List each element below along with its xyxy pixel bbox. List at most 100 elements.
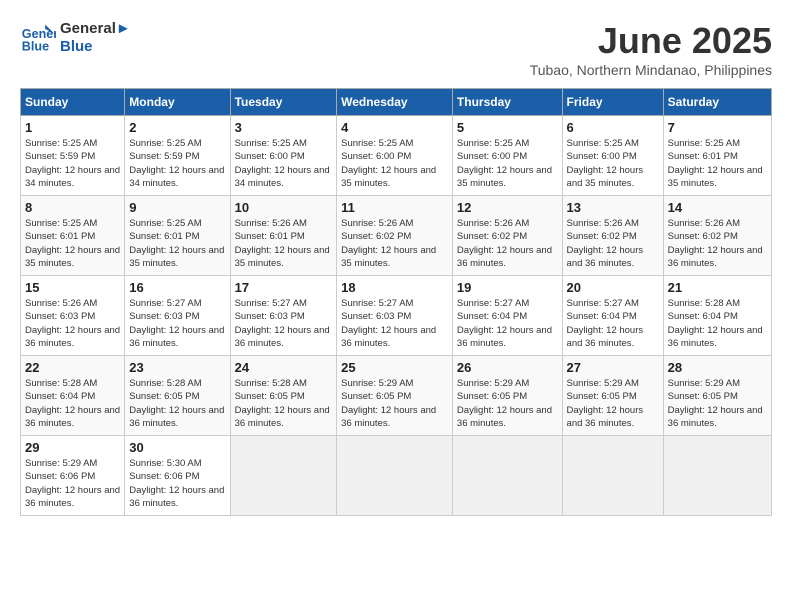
day-info: Sunrise: 5:25 AMSunset: 6:01 PMDaylight:… <box>668 138 763 189</box>
week-row-3: 15 Sunrise: 5:26 AMSunset: 6:03 PMDaylig… <box>21 276 772 356</box>
header: General Blue General► Blue June 2025 Tub… <box>20 20 772 78</box>
calendar-cell: 25 Sunrise: 5:29 AMSunset: 6:05 PMDaylig… <box>337 356 453 436</box>
day-info: Sunrise: 5:25 AMSunset: 5:59 PMDaylight:… <box>25 138 120 189</box>
calendar-cell: 3 Sunrise: 5:25 AMSunset: 6:00 PMDayligh… <box>230 116 337 196</box>
day-info: Sunrise: 5:25 AMSunset: 6:00 PMDaylight:… <box>567 138 644 189</box>
day-header-tuesday: Tuesday <box>230 89 337 116</box>
day-info: Sunrise: 5:29 AMSunset: 6:05 PMDaylight:… <box>457 378 552 429</box>
calendar-cell: 23 Sunrise: 5:28 AMSunset: 6:05 PMDaylig… <box>125 356 230 436</box>
day-number: 3 <box>235 120 333 135</box>
calendar-cell: 15 Sunrise: 5:26 AMSunset: 6:03 PMDaylig… <box>21 276 125 356</box>
day-info: Sunrise: 5:25 AMSunset: 6:01 PMDaylight:… <box>129 218 224 269</box>
calendar-cell: 2 Sunrise: 5:25 AMSunset: 5:59 PMDayligh… <box>125 116 230 196</box>
day-info: Sunrise: 5:28 AMSunset: 6:05 PMDaylight:… <box>235 378 330 429</box>
day-info: Sunrise: 5:27 AMSunset: 6:03 PMDaylight:… <box>129 298 224 349</box>
day-number: 2 <box>129 120 225 135</box>
calendar-cell: 4 Sunrise: 5:25 AMSunset: 6:00 PMDayligh… <box>337 116 453 196</box>
day-info: Sunrise: 5:29 AMSunset: 6:05 PMDaylight:… <box>341 378 436 429</box>
day-info: Sunrise: 5:25 AMSunset: 6:00 PMDaylight:… <box>457 138 552 189</box>
calendar-cell <box>337 436 453 516</box>
day-info: Sunrise: 5:29 AMSunset: 6:06 PMDaylight:… <box>25 458 120 509</box>
day-number: 7 <box>668 120 767 135</box>
day-header-sunday: Sunday <box>21 89 125 116</box>
day-info: Sunrise: 5:27 AMSunset: 6:03 PMDaylight:… <box>341 298 436 349</box>
title-area: June 2025 Tubao, Northern Mindanao, Phil… <box>530 20 772 78</box>
day-number: 11 <box>341 200 448 215</box>
calendar-cell: 27 Sunrise: 5:29 AMSunset: 6:05 PMDaylig… <box>562 356 663 436</box>
calendar-cell: 9 Sunrise: 5:25 AMSunset: 6:01 PMDayligh… <box>125 196 230 276</box>
day-number: 22 <box>25 360 120 375</box>
week-row-5: 29 Sunrise: 5:29 AMSunset: 6:06 PMDaylig… <box>21 436 772 516</box>
day-header-friday: Friday <box>562 89 663 116</box>
calendar-cell: 26 Sunrise: 5:29 AMSunset: 6:05 PMDaylig… <box>452 356 562 436</box>
calendar-cell: 10 Sunrise: 5:26 AMSunset: 6:01 PMDaylig… <box>230 196 337 276</box>
day-number: 21 <box>668 280 767 295</box>
day-number: 29 <box>25 440 120 455</box>
calendar-cell: 7 Sunrise: 5:25 AMSunset: 6:01 PMDayligh… <box>663 116 771 196</box>
day-number: 18 <box>341 280 448 295</box>
calendar-cell: 29 Sunrise: 5:29 AMSunset: 6:06 PMDaylig… <box>21 436 125 516</box>
calendar-cell: 12 Sunrise: 5:26 AMSunset: 6:02 PMDaylig… <box>452 196 562 276</box>
day-number: 8 <box>25 200 120 215</box>
day-info: Sunrise: 5:25 AMSunset: 6:01 PMDaylight:… <box>25 218 120 269</box>
calendar-cell: 16 Sunrise: 5:27 AMSunset: 6:03 PMDaylig… <box>125 276 230 356</box>
day-number: 30 <box>129 440 225 455</box>
day-number: 20 <box>567 280 659 295</box>
day-number: 28 <box>668 360 767 375</box>
logo: General Blue General► Blue <box>20 20 131 56</box>
calendar-cell: 24 Sunrise: 5:28 AMSunset: 6:05 PMDaylig… <box>230 356 337 436</box>
day-number: 12 <box>457 200 558 215</box>
calendar-cell <box>663 436 771 516</box>
day-info: Sunrise: 5:28 AMSunset: 6:05 PMDaylight:… <box>129 378 224 429</box>
day-info: Sunrise: 5:26 AMSunset: 6:02 PMDaylight:… <box>567 218 644 269</box>
day-number: 5 <box>457 120 558 135</box>
calendar-cell: 30 Sunrise: 5:30 AMSunset: 6:06 PMDaylig… <box>125 436 230 516</box>
day-header-wednesday: Wednesday <box>337 89 453 116</box>
day-number: 16 <box>129 280 225 295</box>
day-header-saturday: Saturday <box>663 89 771 116</box>
logo-icon: General Blue <box>20 20 56 56</box>
day-info: Sunrise: 5:29 AMSunset: 6:05 PMDaylight:… <box>567 378 644 429</box>
calendar-cell: 18 Sunrise: 5:27 AMSunset: 6:03 PMDaylig… <box>337 276 453 356</box>
calendar-cell <box>230 436 337 516</box>
week-row-4: 22 Sunrise: 5:28 AMSunset: 6:04 PMDaylig… <box>21 356 772 436</box>
calendar-table: SundayMondayTuesdayWednesdayThursdayFrid… <box>20 88 772 516</box>
calendar-cell: 28 Sunrise: 5:29 AMSunset: 6:05 PMDaylig… <box>663 356 771 436</box>
calendar-cell <box>562 436 663 516</box>
calendar-cell: 13 Sunrise: 5:26 AMSunset: 6:02 PMDaylig… <box>562 196 663 276</box>
day-header-monday: Monday <box>125 89 230 116</box>
day-info: Sunrise: 5:27 AMSunset: 6:03 PMDaylight:… <box>235 298 330 349</box>
day-number: 13 <box>567 200 659 215</box>
day-number: 24 <box>235 360 333 375</box>
day-number: 1 <box>25 120 120 135</box>
day-number: 6 <box>567 120 659 135</box>
day-number: 15 <box>25 280 120 295</box>
calendar-cell: 11 Sunrise: 5:26 AMSunset: 6:02 PMDaylig… <box>337 196 453 276</box>
day-number: 23 <box>129 360 225 375</box>
day-number: 9 <box>129 200 225 215</box>
day-number: 14 <box>668 200 767 215</box>
calendar-cell: 8 Sunrise: 5:25 AMSunset: 6:01 PMDayligh… <box>21 196 125 276</box>
day-info: Sunrise: 5:29 AMSunset: 6:05 PMDaylight:… <box>668 378 763 429</box>
svg-text:Blue: Blue <box>22 40 49 54</box>
calendar-cell <box>452 436 562 516</box>
day-info: Sunrise: 5:25 AMSunset: 6:00 PMDaylight:… <box>235 138 330 189</box>
week-row-1: 1 Sunrise: 5:25 AMSunset: 5:59 PMDayligh… <box>21 116 772 196</box>
calendar-cell: 21 Sunrise: 5:28 AMSunset: 6:04 PMDaylig… <box>663 276 771 356</box>
day-info: Sunrise: 5:27 AMSunset: 6:04 PMDaylight:… <box>567 298 644 349</box>
logo-text: General► Blue <box>60 20 131 56</box>
day-info: Sunrise: 5:26 AMSunset: 6:02 PMDaylight:… <box>668 218 763 269</box>
day-info: Sunrise: 5:26 AMSunset: 6:02 PMDaylight:… <box>457 218 552 269</box>
day-number: 19 <box>457 280 558 295</box>
calendar-cell: 6 Sunrise: 5:25 AMSunset: 6:00 PMDayligh… <box>562 116 663 196</box>
day-number: 27 <box>567 360 659 375</box>
calendar-cell: 14 Sunrise: 5:26 AMSunset: 6:02 PMDaylig… <box>663 196 771 276</box>
header-row: SundayMondayTuesdayWednesdayThursdayFrid… <box>21 89 772 116</box>
day-info: Sunrise: 5:25 AMSunset: 5:59 PMDaylight:… <box>129 138 224 189</box>
day-info: Sunrise: 5:27 AMSunset: 6:04 PMDaylight:… <box>457 298 552 349</box>
day-info: Sunrise: 5:26 AMSunset: 6:02 PMDaylight:… <box>341 218 436 269</box>
location-title: Tubao, Northern Mindanao, Philippines <box>530 62 772 78</box>
calendar-cell: 22 Sunrise: 5:28 AMSunset: 6:04 PMDaylig… <box>21 356 125 436</box>
calendar-cell: 20 Sunrise: 5:27 AMSunset: 6:04 PMDaylig… <box>562 276 663 356</box>
week-row-2: 8 Sunrise: 5:25 AMSunset: 6:01 PMDayligh… <box>21 196 772 276</box>
